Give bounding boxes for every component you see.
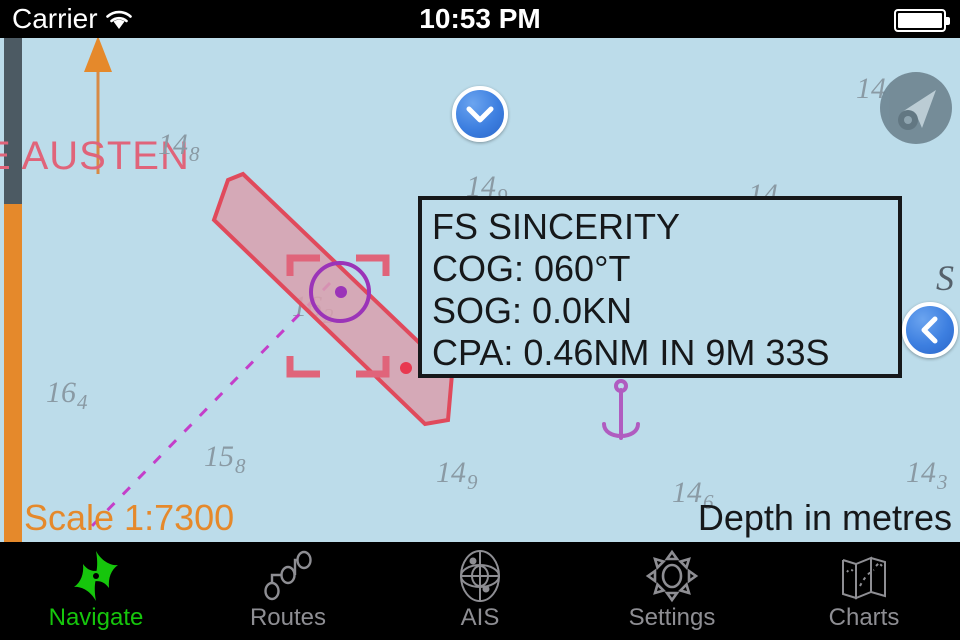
chart-edge-label: S xyxy=(936,258,954,298)
selection-bracket-bl xyxy=(286,356,320,378)
tab-ais[interactable]: AIS xyxy=(384,542,576,640)
ais-cpa-value: CPA: 0.46NM IN 9M 33S xyxy=(432,332,830,373)
sounding-decimal: 2 xyxy=(323,304,334,328)
previous-target-button[interactable] xyxy=(902,302,958,358)
sounding-whole: 14 xyxy=(436,456,466,489)
gear-icon xyxy=(644,548,700,604)
sounding-decimal: 4 xyxy=(77,390,88,414)
vessel-reference-dot xyxy=(400,362,412,374)
ais-sog-value: SOG: 0.0KN xyxy=(432,290,633,331)
ais-cog-value: COG: 060°T xyxy=(432,248,631,289)
compass-needle-icon xyxy=(68,548,124,604)
sounding-whole: 16 xyxy=(46,376,76,409)
sounding-whole: 14 xyxy=(906,456,936,489)
sounding-whole: 14 xyxy=(158,128,188,161)
depth-sounding: 143 xyxy=(906,458,948,497)
sounding-whole: 15 xyxy=(204,440,234,473)
sounding-decimal: 9 xyxy=(467,470,478,494)
depth-sounding: 149 xyxy=(436,458,478,497)
tab-navigate[interactable]: Navigate xyxy=(0,542,192,640)
battery-fill xyxy=(898,13,942,28)
folded-map-icon xyxy=(836,548,892,604)
tab-charts-label: Charts xyxy=(828,604,900,631)
depth-sounding: 162 xyxy=(292,292,334,331)
selection-bracket-br xyxy=(356,356,390,378)
tab-routes-label: Routes xyxy=(249,604,327,631)
sounding-decimal: 3 xyxy=(937,470,948,494)
radar-icon xyxy=(452,548,508,604)
scale-bar-orange-segment xyxy=(4,204,22,542)
clock-label: 10:53 PM xyxy=(419,3,541,34)
collapse-panel-button[interactable] xyxy=(452,86,508,142)
route-waypoints-icon xyxy=(260,548,316,604)
locate-me-button[interactable] xyxy=(880,72,952,144)
battery-icon xyxy=(894,9,950,32)
depth-sounding: 158 xyxy=(204,442,246,481)
tab-navigate-label: Navigate xyxy=(48,604,144,631)
chevron-left-icon xyxy=(921,316,938,344)
chevron-down-icon xyxy=(466,106,494,123)
nautical-chart-canvas[interactable]: E AUSTEN 1481491414162164158149146143 xyxy=(0,38,960,542)
ais-target-center-dot xyxy=(335,286,347,298)
anchorage-icon xyxy=(602,379,640,440)
sounding-whole: 16 xyxy=(292,290,322,323)
depth-units-legend: Depth in metres xyxy=(697,497,952,538)
tab-charts[interactable]: Charts xyxy=(768,542,960,640)
app-root: Carrier 10:53 PM E AUSTEN 148 14 14 14 1… xyxy=(0,0,960,640)
navigation-arrow-icon xyxy=(898,90,936,130)
sounding-decimal: 8 xyxy=(235,454,246,478)
status-bar: Carrier 10:53 PM xyxy=(0,0,960,38)
tab-settings[interactable]: Settings xyxy=(576,542,768,640)
depth-sounding: 164 xyxy=(46,378,88,417)
ais-vessel-name: FS SINCERITY xyxy=(432,206,681,247)
selection-bracket-tr xyxy=(356,254,390,276)
ais-info-callout[interactable]: FS SINCERITY COG: 060°T SOG: 0.0KN CPA: … xyxy=(418,196,902,378)
tab-settings-label: Settings xyxy=(628,604,716,631)
selection-bracket-tl xyxy=(286,254,320,276)
scale-bar xyxy=(4,38,22,542)
chart-scale-label: Scale 1:7300 xyxy=(24,497,235,538)
sounding-decimal: 8 xyxy=(189,142,200,166)
tab-ais-label: AIS xyxy=(460,604,500,631)
tab-routes[interactable]: Routes xyxy=(192,542,384,640)
bottom-tab-bar: Navigate Routes AIS Settings Charts xyxy=(0,542,960,640)
scale-bar-dark-segment xyxy=(4,38,22,204)
depth-sounding: 148 xyxy=(158,130,200,169)
